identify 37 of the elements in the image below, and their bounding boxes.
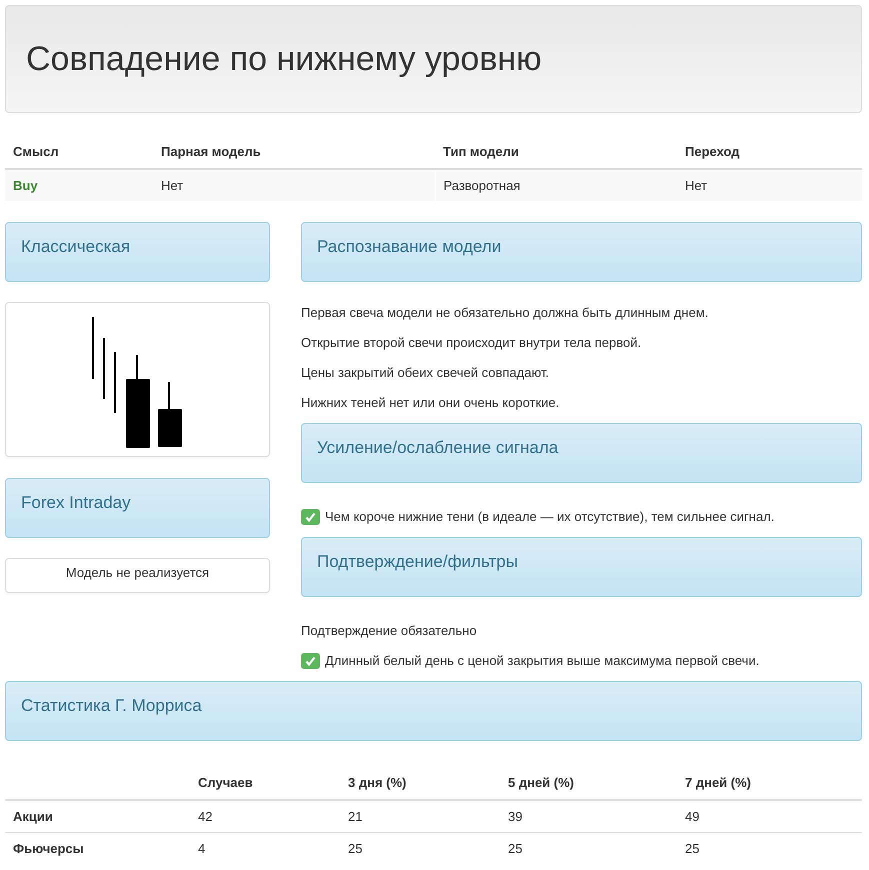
panel-heading: Распознавание модели xyxy=(301,222,862,282)
column-header: 3 дня (%) xyxy=(340,766,500,800)
panel-heading: Подтверждение/фильтры xyxy=(301,537,862,597)
note-card: Модель не реализуется xyxy=(5,558,270,593)
panel-heading: Классическая xyxy=(5,222,270,282)
row-header: Акции xyxy=(5,800,190,832)
column-header: 7 дней (%) xyxy=(677,766,862,800)
table-cell: 21 xyxy=(340,800,500,832)
panel-heading: Forex Intraday xyxy=(5,478,270,538)
panel-heading: Усиление/ослабление сигнала xyxy=(301,423,862,483)
table-cell: 25 xyxy=(340,832,500,864)
checkmark-icon xyxy=(305,656,316,666)
page-title: Совпадение по нижнему уровню xyxy=(26,40,542,78)
column-header: 5 дней (%) xyxy=(500,766,677,800)
checkbox[interactable] xyxy=(301,652,320,668)
checklist-text: Чем короче нижние тени (в идеале — их отсутствие), тем сильнее сигнал. xyxy=(325,508,774,526)
description-text: Подтверждение обязательно xyxy=(301,622,478,640)
table-cell: 25 xyxy=(677,832,862,864)
table-cell: 42 xyxy=(190,800,340,832)
table-cell: Нет xyxy=(677,169,862,201)
table-cell: 4 xyxy=(190,832,340,864)
table-cell: Разворотная xyxy=(435,169,677,201)
checklist-text: Длинный белый день с ценой закрытия выше максимума первой свечи. xyxy=(325,652,760,670)
table-cell: 49 xyxy=(677,800,862,832)
checkbox[interactable] xyxy=(301,508,320,524)
column-header: Случаев xyxy=(190,766,340,800)
table-cell: 25 xyxy=(500,832,677,864)
table-cell: 39 xyxy=(500,800,677,832)
row-header: Фьючерсы xyxy=(5,832,190,864)
table-cell: Нет xyxy=(153,169,435,201)
checkmark-icon xyxy=(305,512,316,522)
table-cell: Buy xyxy=(5,169,153,201)
description-text: Открытие второй свечи происходит внутри тела первой. xyxy=(301,334,642,352)
description-text: Первая свеча модели не обязательно должна быть длинным днем. xyxy=(301,304,710,322)
description-text: Нижних теней нет или они очень короткие. xyxy=(301,394,560,412)
description-text: Цены закрытий обеих свечей совпадают. xyxy=(301,364,550,382)
panel-heading: Статистика Г. Морриса xyxy=(5,681,862,741)
